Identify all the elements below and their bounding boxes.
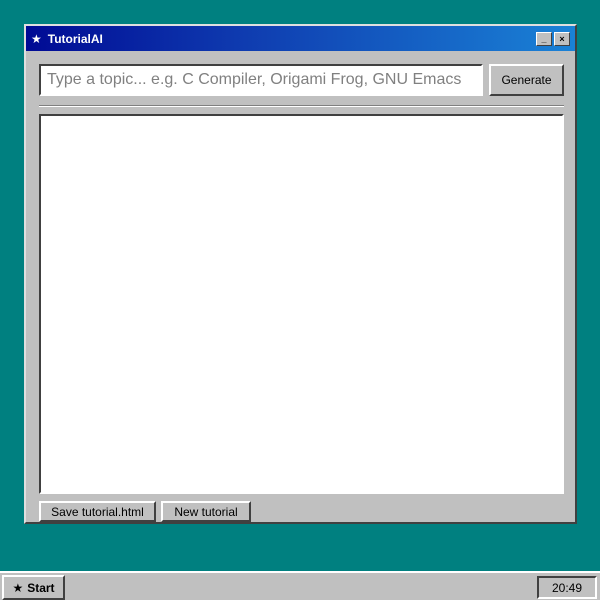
start-label: Start <box>27 580 55 595</box>
tutorial-output-area[interactable] <box>39 114 564 494</box>
save-tutorial-button[interactable]: Save tutorial.html <box>39 501 156 522</box>
star-icon: ★ <box>31 31 42 46</box>
window-title: TutorialAI <box>47 31 103 46</box>
start-button[interactable]: ★ Start <box>2 575 65 600</box>
window-controls: _ × <box>536 32 570 46</box>
close-button[interactable]: × <box>554 32 570 46</box>
topic-input[interactable] <box>39 64 483 96</box>
window-titlebar[interactable]: ★ TutorialAI _ × <box>26 26 575 51</box>
minimize-button[interactable]: _ <box>536 32 552 46</box>
taskbar-clock: 20:49 <box>537 576 597 599</box>
new-tutorial-button[interactable]: New tutorial <box>161 501 251 522</box>
taskbar: ★ Start 20:49 <box>0 571 600 600</box>
star-icon: ★ <box>12 580 24 595</box>
tutorialai-window: ★ TutorialAI _ × Generate Save tutorial.… <box>24 24 577 524</box>
generate-button[interactable]: Generate <box>489 64 564 96</box>
separator <box>39 105 564 107</box>
